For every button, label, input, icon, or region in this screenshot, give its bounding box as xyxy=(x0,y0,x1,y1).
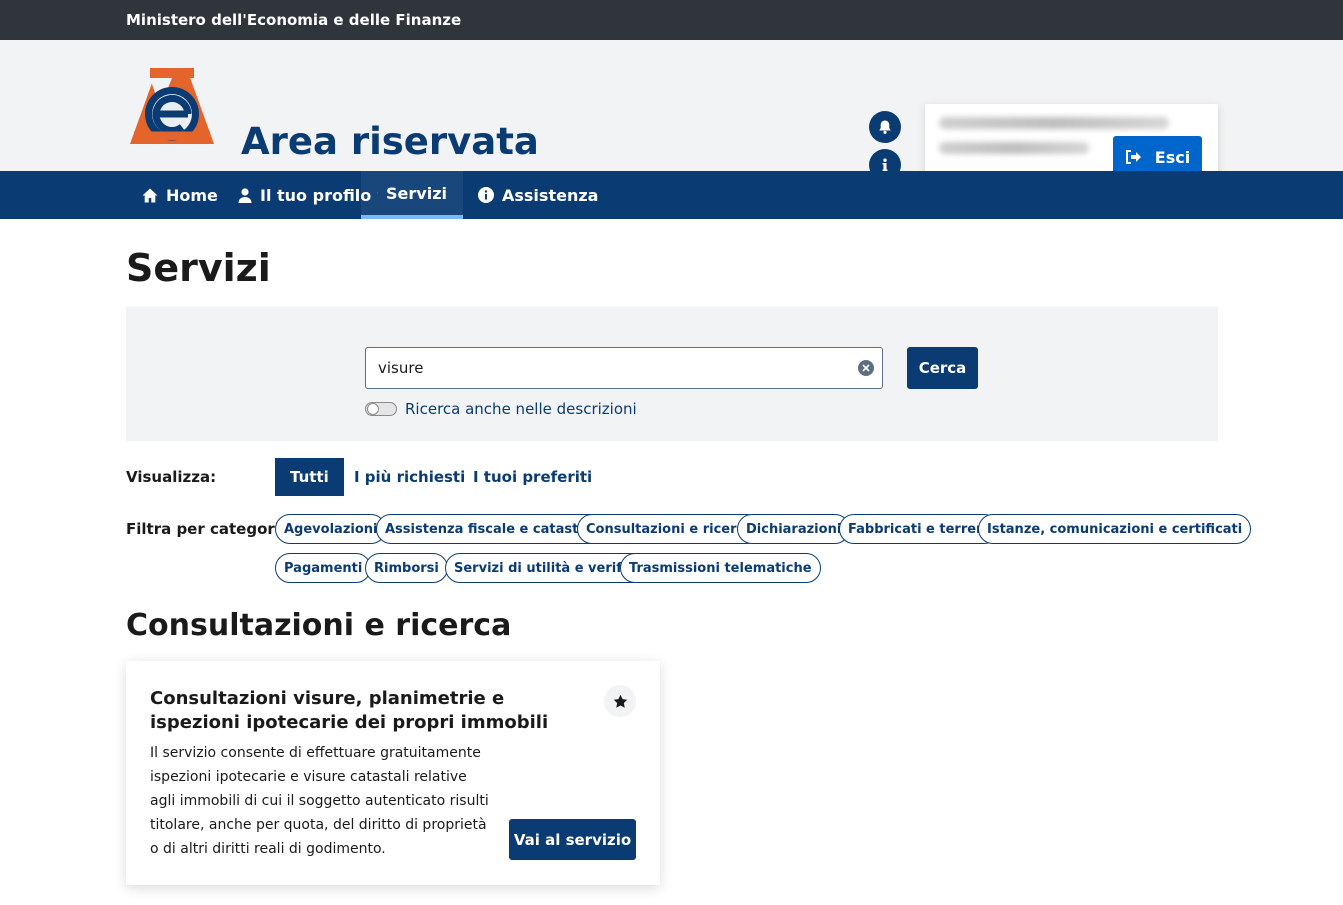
filter-chip[interactable]: Dichiarazioni xyxy=(737,514,851,544)
filter-label: Filtra per categoria: xyxy=(126,520,297,538)
nav-item-home[interactable]: Home xyxy=(126,171,234,219)
search-descriptions-toggle[interactable] xyxy=(365,402,397,416)
app-title: Area riservata xyxy=(241,120,539,163)
user-info-redacted xyxy=(939,142,1089,154)
service-card-description: Il servizio consente di effettuare gratu… xyxy=(150,745,489,857)
clear-search-icon[interactable] xyxy=(858,360,874,376)
home-icon xyxy=(142,188,158,202)
view-option-favorites[interactable]: I tuoi preferiti xyxy=(458,458,607,496)
agenzia-logo-icon[interactable] xyxy=(126,64,218,146)
service-card: Consultazioni visure, planimetrie e ispe… xyxy=(126,661,660,885)
filter-chip[interactable]: Consultazioni e ricerca xyxy=(577,514,762,544)
search-field xyxy=(365,347,883,389)
page-title: Servizi xyxy=(126,246,271,290)
nav-item-label: Servizi xyxy=(386,183,447,203)
filter-chip[interactable]: Rimborsi xyxy=(365,553,448,583)
filter-chip[interactable]: Agevolazioni xyxy=(275,514,387,544)
filter-chip[interactable]: Istanze, comunicazioni e certificati xyxy=(978,514,1252,544)
nav-item-label: Home xyxy=(166,185,218,205)
toggle-knob xyxy=(367,403,379,415)
logout-icon xyxy=(1125,150,1141,164)
search-button[interactable]: Cerca xyxy=(907,347,978,389)
bell-icon xyxy=(879,120,891,134)
filter-chip[interactable]: Trasmissioni telematiche xyxy=(620,553,821,583)
site-header: Area riservata Esci xyxy=(0,40,1343,186)
services-icon xyxy=(377,192,379,194)
section-title: Consultazioni e ricerca xyxy=(126,608,512,643)
view-option-all[interactable]: Tutti xyxy=(275,458,344,496)
filter-chip[interactable]: Pagamenti xyxy=(275,553,372,583)
search-panel: Cerca Ricerca anche nelle descrizioni xyxy=(126,307,1218,441)
view-label: Visualizza: xyxy=(126,468,217,486)
nav-item-services[interactable]: Servizi xyxy=(361,171,463,219)
notifications-button[interactable] xyxy=(869,111,901,143)
user-icon xyxy=(238,187,252,203)
filter-chip[interactable]: Assistenza fiscale e catastale xyxy=(376,514,610,544)
nav-item-label: Assistenza xyxy=(502,185,599,205)
ministry-name: Ministero dell'Economia e delle Finanze xyxy=(126,11,462,29)
star-icon xyxy=(613,694,627,708)
nav-item-assistance[interactable]: Assistenza xyxy=(462,171,614,219)
go-to-service-button[interactable]: Vai al servizio xyxy=(509,819,636,860)
favorite-button[interactable] xyxy=(604,685,636,717)
main-nav: Home Il tuo profilo Servizi Assistenza xyxy=(0,171,1343,219)
filter-chip[interactable]: Fabbricati e terreni xyxy=(839,514,999,544)
nav-item-label: Il tuo profilo xyxy=(260,185,372,205)
info-icon xyxy=(478,187,494,203)
search-input[interactable] xyxy=(378,348,848,388)
user-name-redacted xyxy=(939,117,1169,129)
logout-label: Esci xyxy=(1154,147,1191,167)
service-card-title: Consultazioni visure, planimetrie e ispe… xyxy=(150,688,549,733)
ministry-bar: Ministero dell'Economia e delle Finanze xyxy=(0,0,1343,40)
search-descriptions-label: Ricerca anche nelle descrizioni xyxy=(405,400,637,418)
